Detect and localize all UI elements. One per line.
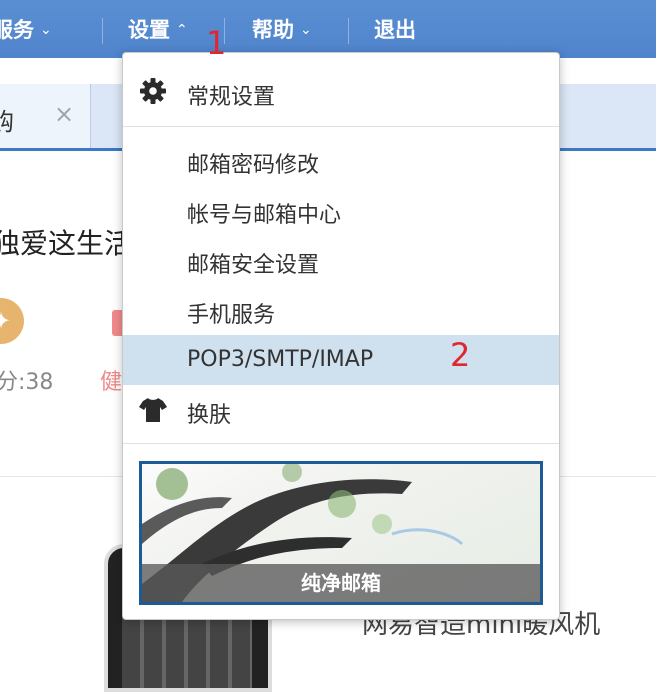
menu-item-general-settings[interactable]: 常规设置 xyxy=(123,67,559,117)
greeting-text: 独爱这生活 xyxy=(0,227,133,260)
menu-item-label: POP3/SMTP/IMAP xyxy=(187,347,374,372)
product-image-detail xyxy=(122,618,252,688)
menu-item-skin[interactable]: 换肤 xyxy=(123,385,559,435)
menu-item-label: 帐号与邮箱中心 xyxy=(187,203,342,228)
menu-item-security-settings[interactable]: 邮箱安全设置 xyxy=(123,235,559,285)
settings-dropdown-menu: 常规设置 邮箱密码修改 帐号与邮箱中心 邮箱安全设置 手机服务 POP3/SMT… xyxy=(122,52,560,620)
chevron-up-icon: ⌃ xyxy=(176,22,188,38)
annotation-two: 2 xyxy=(450,336,471,374)
nav-separator xyxy=(102,18,103,44)
menu-item-label: 换肤 xyxy=(187,403,232,428)
menu-item-account-center[interactable]: 帐号与邮箱中心 xyxy=(123,185,559,235)
menu-item-label: 常规设置 xyxy=(187,85,276,110)
annotation-one: 1 xyxy=(206,24,227,62)
nav-help[interactable]: 帮助 ⌄ xyxy=(252,14,312,44)
close-icon[interactable]: × xyxy=(54,100,74,128)
score-text: 分:38 xyxy=(0,370,54,395)
clean-mailbox-banner[interactable]: 纯净邮箱 xyxy=(139,461,543,605)
nav-separator xyxy=(348,18,349,44)
menu-item-label: 手机服务 xyxy=(187,303,276,328)
menu-item-mobile-service[interactable]: 手机服务 xyxy=(123,285,559,335)
nav-logout[interactable]: 退出 xyxy=(374,14,416,44)
menu-divider xyxy=(123,126,559,127)
menu-divider xyxy=(123,443,559,444)
nav-settings[interactable]: 设置 ⌃ xyxy=(128,14,188,44)
gear-icon xyxy=(140,78,166,104)
chevron-down-icon: ⌄ xyxy=(300,22,312,38)
nav-services[interactable]: 服务 ⌄ xyxy=(0,14,52,44)
tab-label: 购 xyxy=(0,108,14,136)
tshirt-icon xyxy=(139,398,167,422)
chevron-down-icon: ⌄ xyxy=(40,22,52,38)
top-nav-bar: 服务 ⌄ 设置 ⌃ 帮助 ⌄ 退出 xyxy=(0,0,656,58)
tab-shopping[interactable]: 购 × xyxy=(0,84,91,148)
menu-item-password[interactable]: 邮箱密码修改 xyxy=(123,135,559,185)
nav-services-label: 服务 xyxy=(0,18,34,42)
coin-icon: ✦ xyxy=(0,298,24,344)
nav-help-label: 帮助 xyxy=(252,18,294,42)
menu-item-pop3-smtp-imap[interactable]: POP3/SMTP/IMAP xyxy=(123,335,559,385)
banner-caption: 纯净邮箱 xyxy=(142,564,540,602)
health-text: 健 xyxy=(100,370,123,395)
nav-logout-label: 退出 xyxy=(374,18,416,42)
menu-item-label: 邮箱密码修改 xyxy=(187,153,320,178)
nav-settings-label: 设置 xyxy=(128,18,170,42)
menu-item-label: 邮箱安全设置 xyxy=(187,253,320,278)
